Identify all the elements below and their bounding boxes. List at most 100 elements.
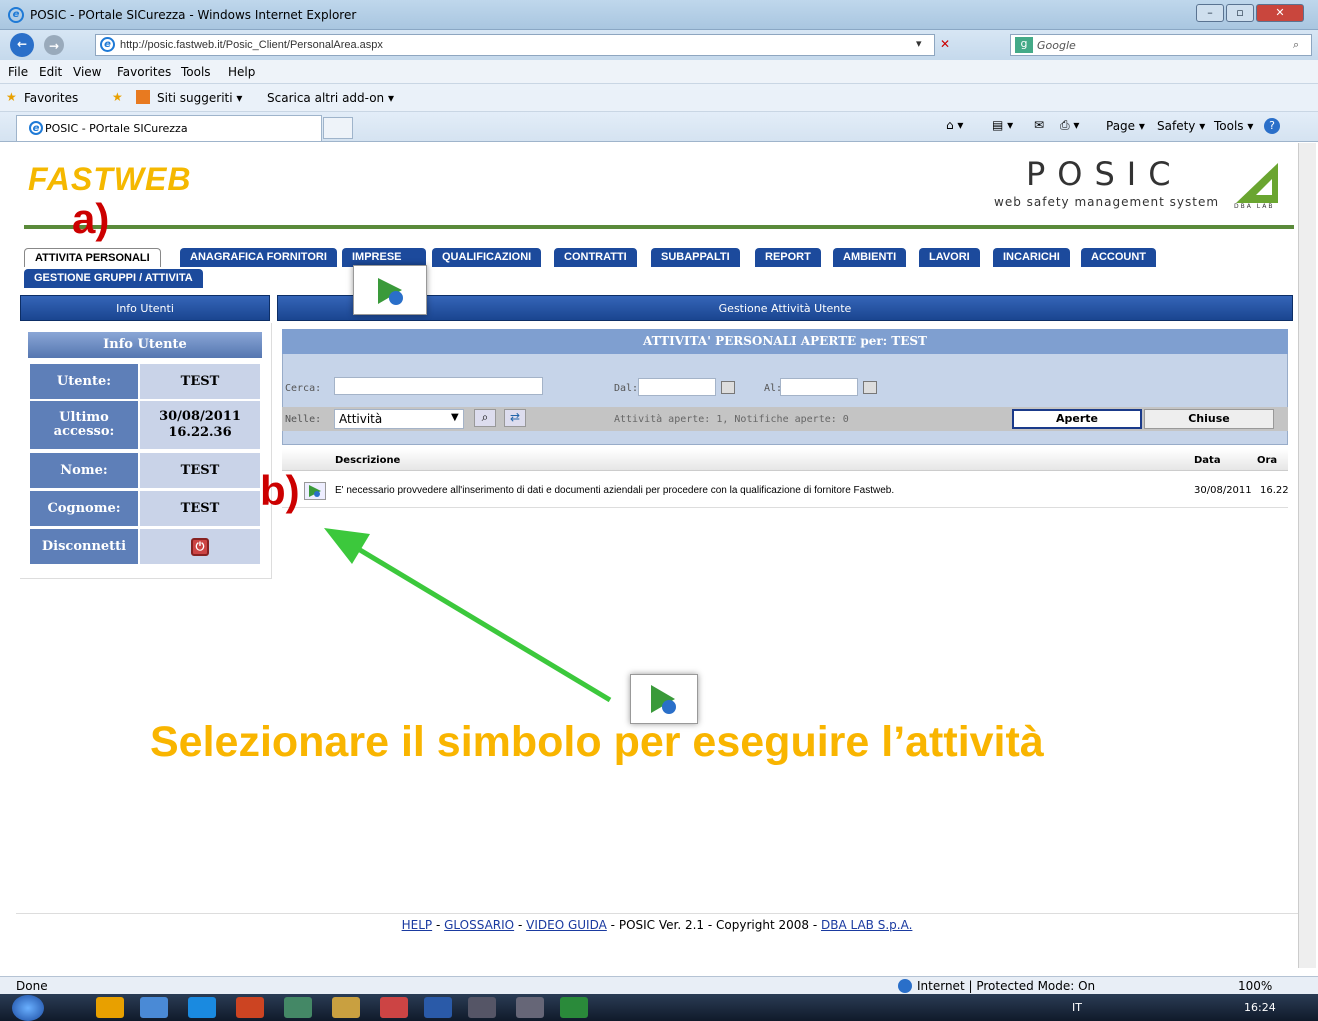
cognome-label: Cognome: xyxy=(30,491,138,526)
tab-qualificazioni[interactable]: QUALIFICAZIONI xyxy=(432,248,542,267)
execute-activity-icon[interactable] xyxy=(304,482,326,500)
tab-label: POSIC - POrtale SICurezza xyxy=(45,122,188,135)
browser-tab[interactable]: e POSIC - POrtale SICurezza xyxy=(16,115,322,141)
tab-incarichi[interactable]: INCARICHI xyxy=(993,248,1070,267)
info-utente-title: Info Utente xyxy=(28,332,262,358)
powerpoint-icon[interactable] xyxy=(380,997,408,1018)
tab-report[interactable]: REPORT xyxy=(755,248,821,267)
ultimo-accesso-label: Ultimo accesso: xyxy=(30,401,138,449)
aperte-button[interactable]: Aperte xyxy=(1012,409,1142,429)
nome-label: Nome: xyxy=(30,453,138,488)
new-tab-button[interactable] xyxy=(323,117,353,139)
menu-favorites[interactable]: Favorites xyxy=(117,65,171,79)
dba-lab-logo: DBA LAB xyxy=(1216,159,1286,211)
tab-lavori[interactable]: LAVORI xyxy=(919,248,980,267)
globe-icon xyxy=(898,979,912,993)
menu-file[interactable]: File xyxy=(8,65,28,79)
instruction-text: Selezionare il simbolo per eseguire l’at… xyxy=(150,718,1044,766)
dal-label: Dal: xyxy=(614,383,639,394)
taskbar: IT 16:24 xyxy=(0,994,1318,1021)
tab-ambienti[interactable]: AMBIENTI xyxy=(833,248,907,267)
start-button[interactable] xyxy=(12,995,44,1021)
dal-input[interactable] xyxy=(638,378,716,396)
chiuse-button[interactable]: Chiuse xyxy=(1144,409,1274,429)
notepad-icon[interactable] xyxy=(516,997,544,1018)
search-icon[interactable]: ⌕ xyxy=(474,409,496,427)
language-indicator[interactable]: IT xyxy=(1072,1001,1082,1014)
word-icon[interactable] xyxy=(424,997,452,1018)
back-button[interactable]: ← xyxy=(10,33,34,57)
footer-separator: - xyxy=(435,918,441,932)
gestione-attivita-bar: Gestione Attività Utente xyxy=(277,295,1293,321)
acrobat-icon[interactable] xyxy=(236,997,264,1018)
outlook-icon[interactable] xyxy=(96,997,124,1018)
app-icon[interactable] xyxy=(284,997,312,1018)
menu-tools[interactable]: Tools xyxy=(181,65,211,79)
close-button[interactable]: ✕ xyxy=(1256,4,1304,22)
tab-subappalti[interactable]: SUBAPPALTI xyxy=(651,248,740,267)
tools-menu[interactable]: Tools ▾ xyxy=(1214,119,1253,133)
cerca-label: Cerca: xyxy=(285,383,322,394)
search-input[interactable]: g Google ⌕ xyxy=(1010,34,1312,56)
minimize-button[interactable]: – xyxy=(1196,4,1224,22)
mail-icon[interactable]: ✉ xyxy=(1034,118,1044,132)
add-favorite-icon[interactable]: ★ xyxy=(112,90,123,104)
print-icon[interactable]: ⎙ ▾ xyxy=(1060,118,1079,133)
clock[interactable]: 16:24 xyxy=(1244,1001,1276,1014)
tab-attivita-personali[interactable]: ATTIVITA PERSONALI xyxy=(24,248,161,267)
help-icon[interactable]: ? xyxy=(1264,118,1280,134)
tab-icon: e xyxy=(29,121,43,135)
url-text: http://posic.fastweb.it/Posic_Client/Per… xyxy=(120,39,383,51)
safety-menu[interactable]: Safety ▾ xyxy=(1157,119,1205,133)
excel-icon[interactable] xyxy=(560,997,588,1018)
refresh-icon[interactable]: ⇄ xyxy=(504,409,526,427)
cerca-input[interactable] xyxy=(334,377,543,395)
maximize-button[interactable]: ▫ xyxy=(1226,4,1254,22)
al-input[interactable] xyxy=(780,378,858,396)
dba-lab-link[interactable]: DBA LAB S.p.A. xyxy=(821,918,912,932)
nome-value: TEST xyxy=(140,453,260,488)
menu-view[interactable]: View xyxy=(73,65,101,79)
activity-time: 16.22 xyxy=(1260,485,1289,496)
scrollbar[interactable] xyxy=(1298,143,1316,968)
glossario-link[interactable]: GLOSSARIO xyxy=(444,918,514,932)
help-link[interactable]: HELP xyxy=(402,918,433,932)
skype-icon[interactable] xyxy=(188,997,216,1018)
url-input[interactable]: e http://posic.fastweb.it/Posic_Client/P… xyxy=(95,34,935,56)
menu-edit[interactable]: Edit xyxy=(39,65,62,79)
col-ora: Ora xyxy=(1257,455,1278,466)
dropdown-icon[interactable]: ▾ xyxy=(916,37,922,50)
video-guida-link[interactable]: VIDEO GUIDA xyxy=(526,918,607,932)
footer-separator: - xyxy=(812,918,818,932)
tab-anagrafica-fornitori[interactable]: ANAGRAFICA FORNITORI xyxy=(180,248,337,267)
page-menu[interactable]: Page ▾ xyxy=(1106,119,1145,133)
tab-gestione-gruppi[interactable]: GESTIONE GRUPPI / ATTIVITA xyxy=(24,269,203,288)
feeds-icon[interactable]: ▤ ▾ xyxy=(992,118,1013,132)
forward-button[interactable]: → xyxy=(44,35,64,55)
annotation-b: b) xyxy=(260,467,300,514)
tab-account[interactable]: ACCOUNT xyxy=(1081,248,1156,267)
ie-taskbar-icon[interactable] xyxy=(140,997,168,1018)
search-icon[interactable]: ⌕ xyxy=(1293,38,1299,52)
explorer-icon[interactable] xyxy=(332,997,360,1018)
zoom-level[interactable]: 100% xyxy=(1238,979,1272,993)
calendar-icon[interactable] xyxy=(721,381,735,394)
calendar-icon[interactable] xyxy=(863,381,877,394)
annotation-arrow xyxy=(324,528,612,703)
home-icon[interactable]: ⌂ ▾ xyxy=(946,118,963,132)
suggested-sites-link[interactable]: Siti suggeriti ▾ xyxy=(157,91,242,105)
stop-icon[interactable]: ✕ xyxy=(940,37,950,51)
media-icon[interactable] xyxy=(468,997,496,1018)
nelle-select[interactable]: Attività ▼ xyxy=(334,409,464,429)
utente-label: Utente: xyxy=(30,364,138,399)
nelle-label: Nelle: xyxy=(285,414,322,425)
menu-help[interactable]: Help xyxy=(228,65,255,79)
tab-contratti[interactable]: CONTRATTI xyxy=(554,248,637,267)
title-bar: e POSIC - POrtale SICurezza - Windows In… xyxy=(0,0,1318,30)
power-icon[interactable]: ⏻ xyxy=(191,537,209,556)
col-descrizione: Descrizione xyxy=(335,455,401,466)
favorites-button[interactable]: Favorites xyxy=(24,91,78,105)
addons-link[interactable]: Scarica altri add-on ▾ xyxy=(267,91,394,105)
info-utenti-bar: Info Utenti xyxy=(20,295,270,321)
activity-icon-zoom xyxy=(630,674,698,724)
